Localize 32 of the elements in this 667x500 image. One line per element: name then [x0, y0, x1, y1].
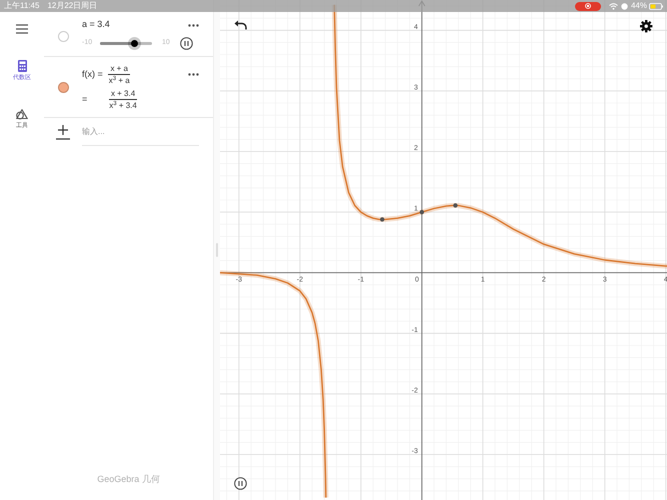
- wifi-icon: [608, 2, 618, 10]
- battery-percent: 44%: [630, 0, 647, 12]
- slider-thumb[interactable]: [128, 36, 142, 50]
- menu-button[interactable]: [16, 24, 28, 34]
- undo-button[interactable]: [234, 20, 247, 30]
- slider-definition: a = 3.4: [82, 18, 110, 32]
- pause-button[interactable]: [234, 477, 247, 490]
- status-time: 上午11:45: [4, 0, 40, 12]
- undo-icon: [234, 20, 247, 30]
- calculator-icon: [18, 60, 26, 72]
- plus-icon[interactable]: [56, 124, 70, 140]
- settings-icon: [640, 20, 653, 33]
- status-date: 12月22日周日: [47, 0, 98, 12]
- equals-sign: =: [82, 92, 88, 106]
- formula-denominator: x$^{3}$ + a: [108, 75, 131, 86]
- record-icon: [584, 3, 591, 9]
- lock-rotation-icon: [620, 2, 628, 10]
- input-field[interactable]: 输入...: [82, 118, 199, 146]
- visibility-toggle[interactable]: [58, 82, 68, 92]
- app-name: GeoGebra 几何: [96, 472, 161, 486]
- formula-numerator: x + 3.4: [108, 88, 138, 100]
- menu-icon: [16, 24, 28, 34]
- function-name: f(x) =: [82, 68, 103, 81]
- battery-icon: [649, 2, 663, 10]
- more-icon[interactable]: [188, 73, 199, 76]
- more-icon[interactable]: [188, 24, 199, 26]
- pause-button[interactable]: [180, 36, 193, 50]
- settings-button[interactable]: [640, 20, 653, 33]
- visibility-toggle[interactable]: [58, 30, 68, 42]
- shapes-icon: [16, 109, 28, 120]
- formula-denominator: x$^{3}$ + 3.4: [108, 100, 138, 111]
- formula-numerator: x + a: [108, 63, 130, 75]
